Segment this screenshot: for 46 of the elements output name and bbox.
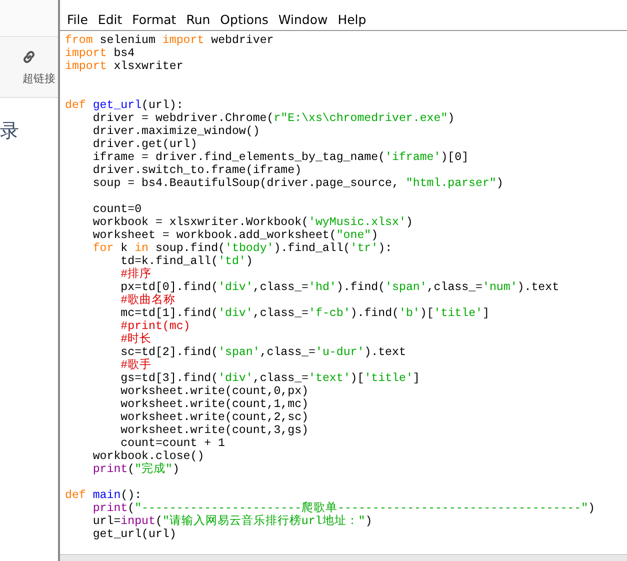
code-line: #print(mc) xyxy=(120,320,192,333)
code-line: mc=td[1].find('div',class_='f-cb').find('b')['title'] xyxy=(120,307,490,320)
heading-fragment: 录 xyxy=(0,119,20,144)
code-line: for k in soup.find('tbody').find_all('tr'): xyxy=(92,242,394,255)
scrollbar[interactable] xyxy=(60,554,627,561)
code-line: url=input("请输入网易云音乐排行榜url地址：") xyxy=(92,515,374,528)
menu-item[interactable]: Window xyxy=(273,12,333,26)
code-line: print("-----------------------爬歌单-----------------------------------") xyxy=(92,502,596,515)
menu-item[interactable]: Help xyxy=(332,12,372,26)
code-line: def get_url(url): xyxy=(65,99,184,112)
menu-item[interactable]: Format xyxy=(127,12,182,26)
code-line: #时长 xyxy=(120,333,153,346)
menu-item[interactable]: Edit xyxy=(92,12,128,26)
code-line: get_url(url) xyxy=(92,528,178,541)
code-line: #歌手 xyxy=(120,359,153,372)
code-line: workbook = xlsxwriter.Workbook('wyMusic.xlsx') xyxy=(92,216,414,229)
code-line: gs=td[3].find('div',class_='text')['title'] xyxy=(120,372,421,385)
code-line: sc=td[2].find('span',class_='u-dur').text xyxy=(120,346,407,359)
code-line: worksheet.write(count,2,sc) xyxy=(120,411,310,424)
link-icon[interactable] xyxy=(21,48,37,64)
code-line: driver = webdriver.Chrome(r"E:\xs\chromedriver.exe") xyxy=(92,112,456,125)
code-line: import xlsxwriter xyxy=(65,60,184,73)
code-line: count=0 xyxy=(92,203,143,216)
toolbar-label[interactable]: 超链接 xyxy=(22,70,56,86)
menu-item[interactable]: Run xyxy=(181,12,216,26)
code-line: driver.get(url) xyxy=(92,138,198,151)
menu-item[interactable]: Options xyxy=(215,12,274,26)
code-line: soup = bs4.BeautifulSoup(driver.page_source, "html.parser") xyxy=(92,177,504,190)
code-line: workbook.close() xyxy=(92,450,206,463)
code-line: td=k.find_all('td') xyxy=(120,255,254,268)
code-line: px=td[0].find('div',class_='hd').find('span',class_='num').text xyxy=(120,281,560,294)
menu-item[interactable]: File xyxy=(62,12,93,26)
code-line: worksheet.write(count,1,mc) xyxy=(120,398,310,411)
code-line: print("完成") xyxy=(92,463,180,476)
code-line: worksheet.write(count,0,px) xyxy=(120,385,310,398)
code-line: driver.switch_to.frame(iframe) xyxy=(92,164,303,177)
code-line: from selenium import webdriver xyxy=(65,34,275,47)
code-line: import bs4 xyxy=(65,47,136,60)
code-line: worksheet.write(count,3,gs) xyxy=(120,424,310,437)
code-line: driver.maximize_window() xyxy=(92,125,261,138)
code-line: worksheet = workbook.add_worksheet("one") xyxy=(92,229,380,242)
code-line: count=count + 1 xyxy=(120,437,226,450)
code-line: def main(): xyxy=(65,489,143,502)
code-line: iframe = driver.find_elements_by_tag_name('iframe')[0] xyxy=(92,151,470,164)
code-line: #歌曲名称 xyxy=(120,294,177,307)
code-line: #排序 xyxy=(120,268,153,281)
